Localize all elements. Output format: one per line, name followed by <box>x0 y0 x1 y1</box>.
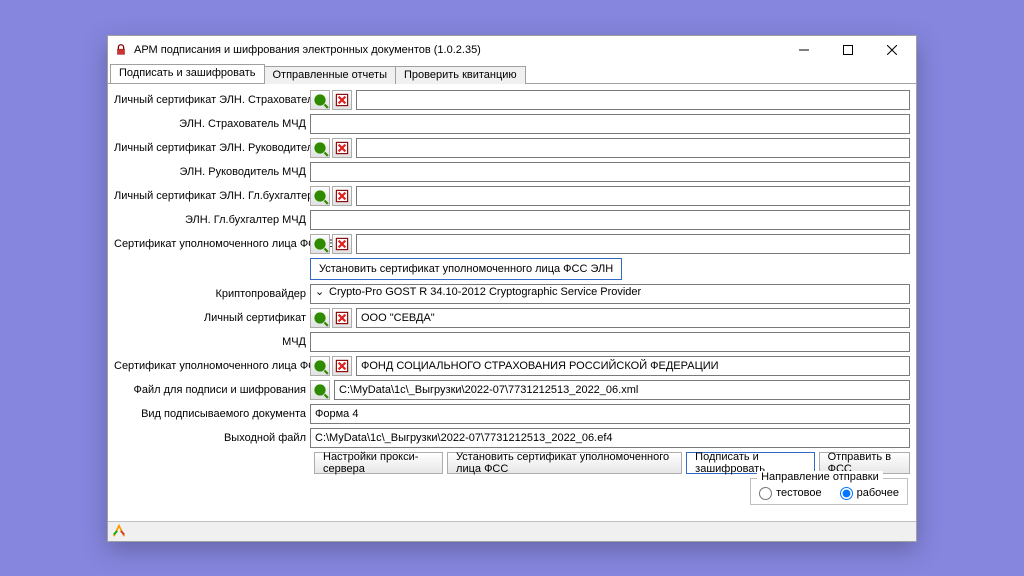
radio-work-label: рабочее <box>857 487 899 499</box>
radio-work[interactable]: рабочее <box>840 487 899 500</box>
tab-content: Личный сертификат ЭЛН. Страхователь ЭЛН.… <box>108 84 916 521</box>
clear-icon[interactable] <box>332 90 352 110</box>
tab-strip: Подписать и зашифровать Отправленные отч… <box>108 64 916 84</box>
label-cert-auth-fss-eln: Сертификат уполномоченного лица ФСС ЭЛН <box>114 238 310 250</box>
radio-test-input[interactable] <box>759 487 772 500</box>
title-bar: АРМ подписания и шифрования электронных … <box>108 36 916 64</box>
browse-icon[interactable] <box>310 308 330 328</box>
window-title: АРМ подписания и шифрования электронных … <box>134 44 782 56</box>
input-cert-auth-fss-eln[interactable] <box>356 234 910 254</box>
label-cert-eln-acc: Личный сертификат ЭЛН. Гл.бухгалтер <box>114 190 310 202</box>
clear-icon[interactable] <box>332 308 352 328</box>
tab-check-receipt[interactable]: Проверить квитанцию <box>395 66 526 84</box>
label-eln-head-mchd: ЭЛН. Руководитель МЧД <box>114 166 310 178</box>
radio-work-input[interactable] <box>840 487 853 500</box>
label-mchd: МЧД <box>114 336 310 348</box>
clear-icon[interactable] <box>332 186 352 206</box>
input-eln-head-mchd[interactable] <box>310 162 910 182</box>
send-direction-group: Направление отправки тестовое рабочее <box>750 478 908 505</box>
input-cert-eln-acc[interactable] <box>356 186 910 206</box>
input-cert-auth-fss[interactable]: ФОНД СОЦИАЛЬНОГО СТРАХОВАНИЯ РОССИЙСКОЙ … <box>356 356 910 376</box>
status-bar <box>108 521 916 541</box>
app-window: АРМ подписания и шифрования электронных … <box>107 35 917 542</box>
input-eln-acc-mchd[interactable] <box>310 210 910 230</box>
label-cryptoprovider: Криптопровайдер <box>114 288 310 300</box>
browse-icon[interactable] <box>310 356 330 376</box>
select-cryptoprovider[interactable]: Crypto-Pro GOST R 34.10-2012 Cryptograph… <box>310 284 910 304</box>
browse-icon[interactable] <box>310 380 330 400</box>
maximize-button[interactable] <box>826 36 870 64</box>
label-cert-eln-head: Личный сертификат ЭЛН. Руководитель <box>114 142 310 154</box>
input-cert-eln-head[interactable] <box>356 138 910 158</box>
label-out-file: Выходной файл <box>114 432 310 444</box>
label-eln-insurer-mchd: ЭЛН. Страхователь МЧД <box>114 118 310 130</box>
label-eln-acc-mchd: ЭЛН. Гл.бухгалтер МЧД <box>114 214 310 226</box>
install-cert-fss-eln-button[interactable]: Установить сертификат уполномоченного ли… <box>310 258 622 280</box>
tab-sent-reports[interactable]: Отправленные отчеты <box>264 66 397 84</box>
radio-test-label: тестовое <box>776 487 822 499</box>
clear-icon[interactable] <box>332 356 352 376</box>
lock-icon <box>114 43 128 57</box>
window-controls <box>782 36 914 64</box>
input-mchd[interactable] <box>310 332 910 352</box>
input-out-file[interactable]: C:\MyData\1c\_Выгрузки\2022-07\773121251… <box>310 428 910 448</box>
proxy-settings-button[interactable]: Настройки прокси-сервера <box>314 452 443 474</box>
clear-icon[interactable] <box>332 138 352 158</box>
input-eln-insurer-mchd[interactable] <box>310 114 910 134</box>
label-cert-eln-insurer: Личный сертификат ЭЛН. Страхователь <box>114 94 310 106</box>
send-direction-legend: Направление отправки <box>757 471 883 483</box>
label-personal-cert: Личный сертификат <box>114 312 310 324</box>
browse-icon[interactable] <box>310 138 330 158</box>
status-icon <box>112 524 126 538</box>
install-cert-fss-button[interactable]: Установить сертификат уполномоченного ли… <box>447 452 682 474</box>
input-cert-eln-insurer[interactable] <box>356 90 910 110</box>
label-doc-type: Вид подписываемого документа <box>114 408 310 420</box>
minimize-button[interactable] <box>782 36 826 64</box>
input-personal-cert[interactable]: ООО "СЕВДА" <box>356 308 910 328</box>
input-doc-type[interactable]: Форма 4 <box>310 404 910 424</box>
tab-sign-encrypt[interactable]: Подписать и зашифровать <box>110 64 265 83</box>
label-cert-auth-fss: Сертификат уполномоченного лица ФСС <box>114 360 310 372</box>
label-file-to-sign: Файл для подписи и шифрования <box>114 384 310 396</box>
browse-icon[interactable] <box>310 234 330 254</box>
radio-test[interactable]: тестовое <box>759 487 822 500</box>
browse-icon[interactable] <box>310 90 330 110</box>
browse-icon[interactable] <box>310 186 330 206</box>
input-file-to-sign[interactable]: C:\MyData\1c\_Выгрузки\2022-07\773121251… <box>334 380 910 400</box>
clear-icon[interactable] <box>332 234 352 254</box>
close-button[interactable] <box>870 36 914 64</box>
